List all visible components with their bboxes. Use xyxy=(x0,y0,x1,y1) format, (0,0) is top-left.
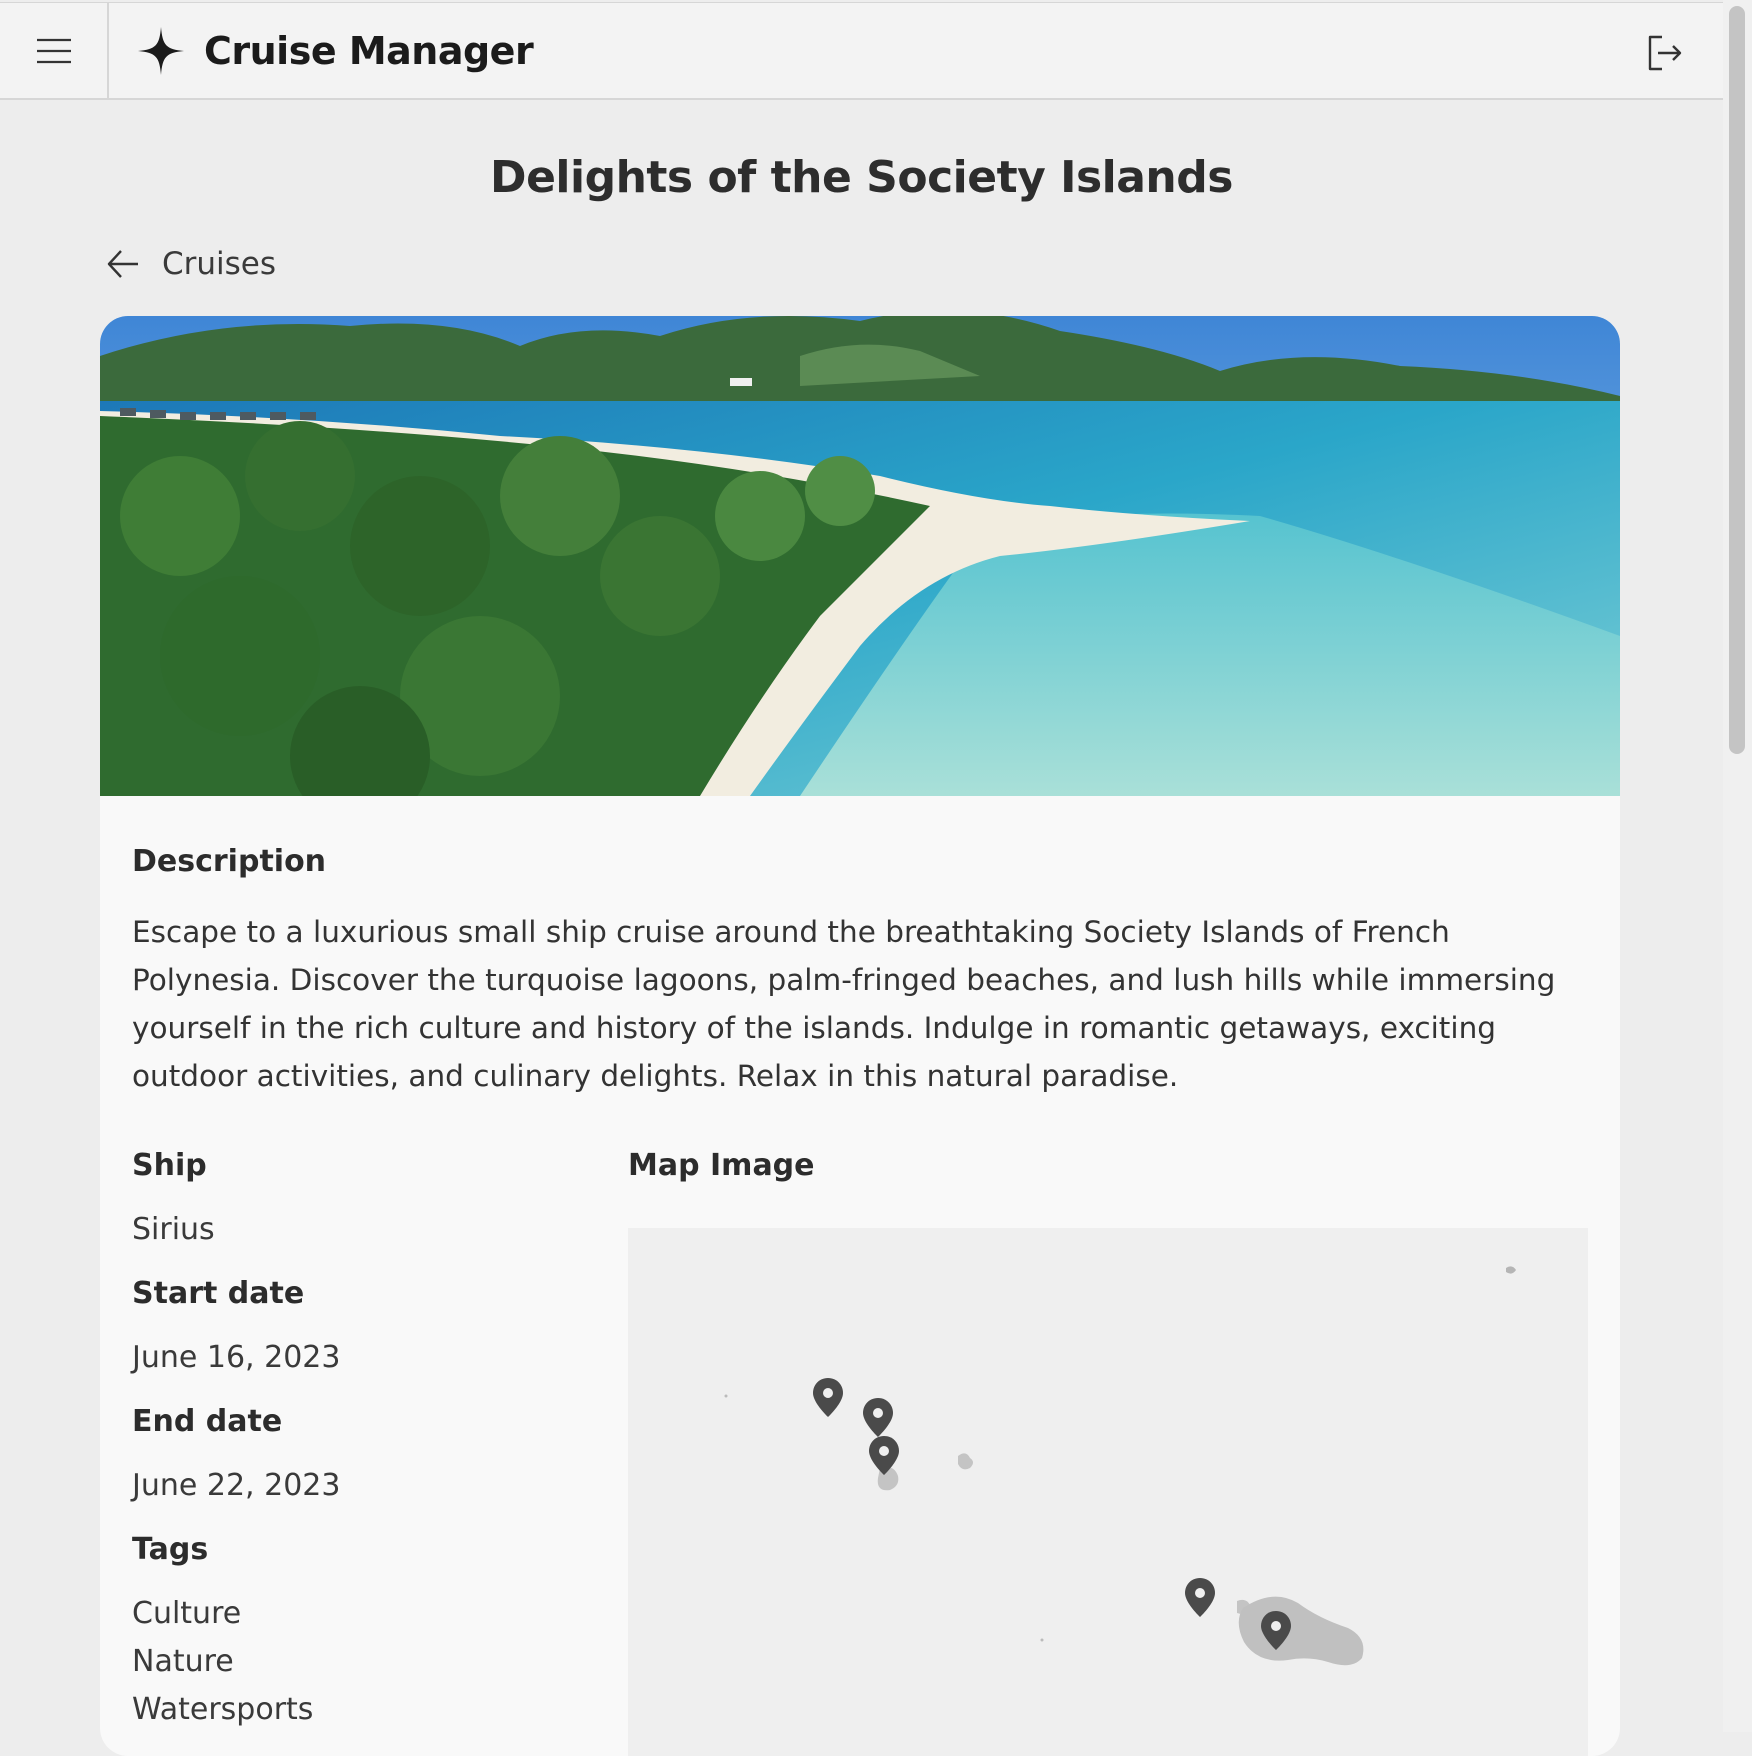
ship-value: Sirius xyxy=(132,1212,215,1247)
back-link-label: Cruises xyxy=(162,246,277,282)
start-date-heading: Start date xyxy=(132,1276,305,1311)
start-date-value: June 16, 2023 xyxy=(132,1340,341,1375)
tag-item: Watersports xyxy=(132,1692,314,1727)
end-date-heading: End date xyxy=(132,1404,283,1439)
ship-heading: Ship xyxy=(132,1148,207,1183)
sparkle-icon xyxy=(138,27,184,75)
page-title: Delights of the Society Islands xyxy=(490,152,1233,203)
tag-item: Culture xyxy=(132,1596,242,1631)
map-image xyxy=(628,1228,1588,1756)
map-image-heading: Map Image xyxy=(628,1148,815,1183)
description-heading: Description xyxy=(132,844,327,879)
description-text: Escape to a luxurious small ship cruise … xyxy=(132,915,1556,1093)
cruise-detail-card: Description Escape to a luxurious small … xyxy=(100,316,1620,1756)
app-title: Cruise Manager xyxy=(204,29,534,73)
tag-item: Nature xyxy=(132,1644,234,1679)
top-bar: Cruise Manager xyxy=(0,2,1723,100)
scrollbar-thumb[interactable] xyxy=(1729,6,1745,754)
menu-button[interactable] xyxy=(0,3,109,98)
end-date-value: June 22, 2023 xyxy=(132,1468,341,1503)
hero-image xyxy=(100,316,1620,796)
tags-heading: Tags xyxy=(132,1532,209,1567)
back-to-cruises-link[interactable]: Cruises xyxy=(106,246,276,282)
menu-icon xyxy=(36,38,71,63)
logout-icon[interactable] xyxy=(1645,33,1685,73)
arrow-left-icon xyxy=(107,250,138,278)
